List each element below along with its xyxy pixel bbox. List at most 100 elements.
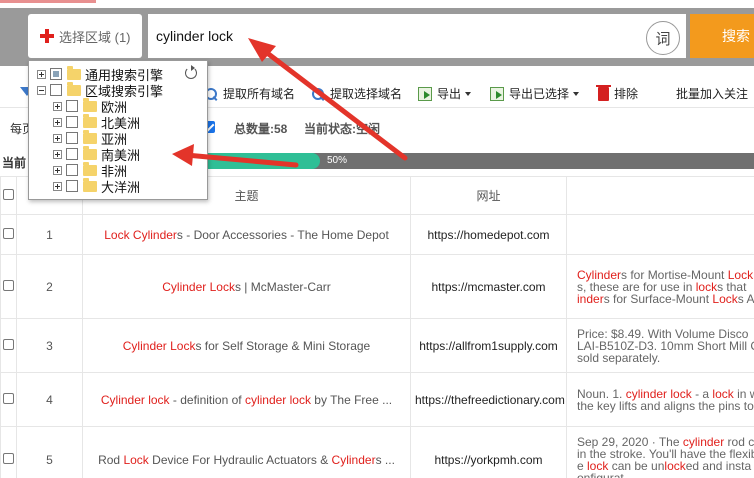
keyword-highlight: Cylinder	[331, 452, 376, 467]
row-url[interactable]: https://mcmaster.com	[410, 254, 567, 319]
row-title-link[interactable]: Cylinder Locks for Self Storage & Mini S…	[82, 318, 411, 373]
extract-selected-domains-button[interactable]: 提取选择域名	[311, 85, 402, 102]
row-check-cell[interactable]	[0, 318, 17, 373]
tree-item-region[interactable]: 区域搜索引擎	[37, 81, 163, 99]
row-title-link[interactable]: Cylinder Locks | McMaster-Carr	[82, 254, 411, 319]
keyword-highlight: Cylinder Lock	[162, 279, 235, 294]
table-row[interactable]: 4 Cylinder lock - definition of cylinder …	[0, 372, 754, 427]
expand-icon[interactable]	[37, 69, 46, 79]
results-table: 主题 网址 1 Lock Cylinders - Door Accessories…	[0, 176, 754, 478]
row-title-link[interactable]: Rod Lock Device For Hydraulic Actuators …	[82, 426, 411, 478]
row-checkbox[interactable]	[3, 279, 14, 291]
text-segment: onfigurat	[577, 470, 624, 478]
exclude-label: 排除	[614, 87, 639, 101]
expand-icon[interactable]	[53, 181, 62, 191]
export-button[interactable]: 导出	[418, 85, 472, 102]
keyword-highlight: Lock	[712, 291, 738, 306]
refresh-icon[interactable]	[185, 65, 197, 79]
tree-checkbox[interactable]	[66, 148, 78, 160]
folder-icon	[83, 129, 97, 144]
expand-icon[interactable]	[53, 117, 62, 127]
results-body: 1 Lock Cylinders - Door Accessories - The…	[0, 214, 754, 478]
expand-icon[interactable]	[53, 133, 62, 143]
text-segment: s A	[737, 291, 754, 306]
tree-checkbox[interactable]	[50, 84, 62, 96]
folder-icon	[83, 177, 97, 192]
row-url[interactable]: https://homedepot.com	[410, 214, 567, 255]
region-tree-popup: 通用搜索引擎 区域搜索引擎 欧洲 北美洲 亚洲 南美洲 非洲 大洋洲	[28, 60, 208, 200]
tree-checkbox[interactable]	[66, 100, 78, 112]
extract-all-domains-label: 提取所有域名	[223, 87, 296, 101]
exclude-button[interactable]: 排除	[596, 84, 639, 102]
chevron-down-icon	[573, 91, 580, 96]
total-count: 总数量:58	[234, 120, 287, 137]
row-number: 4	[16, 372, 83, 427]
row-description: Sep 29, 2020 · The cylinder rod c in the …	[566, 426, 754, 478]
table-row[interactable]: 5 Rod Lock Device For Hydraulic Actuators…	[0, 426, 754, 478]
folder-icon	[67, 65, 81, 80]
search-bar: 选择区域 (1) 词 搜索	[0, 8, 754, 66]
row-checkbox[interactable]	[3, 392, 14, 404]
select-region-button[interactable]: 选择区域 (1)	[28, 14, 142, 58]
tree-checkbox[interactable]	[66, 132, 78, 144]
select-all-cell[interactable]	[0, 176, 17, 215]
expand-icon[interactable]	[53, 165, 62, 175]
folder-icon	[83, 145, 97, 160]
expand-icon[interactable]	[53, 101, 62, 111]
extract-selected-domains-label: 提取选择域名	[330, 87, 403, 101]
current-state-value: 空闲	[356, 122, 381, 136]
folder-icon	[83, 113, 97, 128]
tree-checkbox[interactable]	[66, 180, 78, 192]
row-title-link[interactable]: Cylinder lock - definition of cylinder l…	[82, 372, 411, 427]
row-check-cell[interactable]	[0, 426, 17, 478]
table-row[interactable]: 2 Cylinder Locks | McMaster-Carr https://m…	[0, 254, 754, 319]
row-url[interactable]: https://allfrom1supply.com	[410, 318, 567, 373]
text-segment: by The Free ...	[310, 392, 393, 407]
row-checkbox[interactable]	[3, 338, 14, 350]
select-all-checkbox[interactable]	[3, 188, 14, 200]
tree-checkbox[interactable]	[50, 68, 62, 80]
text-segment: the key lifts and aligns the pins to	[577, 398, 754, 413]
tree-checkbox[interactable]	[66, 164, 78, 176]
description-line: inders for Surface-Mount Locks A	[577, 293, 754, 305]
row-url[interactable]: https://yorkpmh.com	[410, 426, 567, 478]
table-row[interactable]: 1 Lock Cylinders - Door Accessories - The…	[0, 214, 754, 255]
row-check-cell[interactable]	[0, 372, 17, 427]
keyword-highlight: Lock	[123, 452, 149, 467]
folder-icon	[67, 81, 81, 96]
keyword-highlight: Lock Cylinder	[104, 227, 177, 242]
expand-icon[interactable]	[53, 149, 62, 159]
description-line: the key lifts and aligns the pins to	[577, 400, 754, 412]
export-selected-button[interactable]: 导出已选择	[490, 85, 580, 102]
row-check-cell[interactable]	[0, 254, 17, 319]
tree-item-oceania[interactable]: 大洋洲	[53, 177, 140, 195]
row-checkbox[interactable]	[3, 227, 14, 239]
table-row[interactable]: 3 Cylinder Locks for Self Storage & Mini …	[0, 318, 754, 373]
progress-label: 50%	[327, 155, 348, 166]
tree-checkbox[interactable]	[66, 116, 78, 128]
text-segment: ed and insta	[685, 458, 752, 473]
row-number: 2	[16, 254, 83, 319]
current-state-label: 当前状态:	[304, 122, 356, 136]
batch-follow-button[interactable]: 批量加入关注	[676, 85, 748, 102]
row-url[interactable]: https://thefreedictionary.com	[410, 372, 567, 427]
select-region-label: 选择区域 (1)	[59, 29, 131, 45]
collapse-icon[interactable]	[37, 85, 46, 95]
keyword-button[interactable]: 词	[646, 21, 680, 55]
search-icon	[311, 87, 325, 101]
row-number: 3	[16, 318, 83, 373]
search-button[interactable]: 搜索	[690, 14, 754, 58]
text-segment: s for Self Storage & Mini Storage	[195, 338, 371, 353]
row-description: Price: $8.49. With Volume Disco LAI-B510Z…	[566, 318, 754, 373]
row-check-cell[interactable]	[0, 214, 17, 255]
current-state: 当前状态:空闲	[304, 120, 380, 137]
text-segment: s - Door Accessories - The Home Depot	[176, 227, 389, 242]
row-checkbox[interactable]	[3, 452, 14, 464]
row-title-link[interactable]: Lock Cylinders - Door Accessories - The …	[82, 214, 411, 255]
extract-all-domains-button[interactable]: 提取所有域名	[204, 85, 295, 102]
top-accent-line	[0, 0, 96, 3]
search-input[interactable]	[148, 14, 686, 58]
text-segment: Rod	[98, 452, 124, 467]
keyword-highlight: cylinder lock	[244, 392, 311, 407]
description-header	[566, 176, 754, 215]
